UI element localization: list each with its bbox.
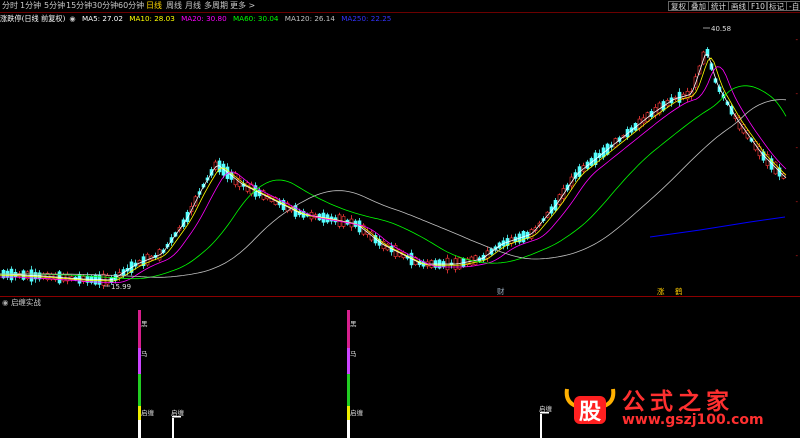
- indicator-bar-green: [138, 374, 141, 406]
- fuquan-button[interactable]: 复权: [668, 1, 689, 11]
- ma250-value: MA250: 22.25: [341, 14, 392, 23]
- indicator-bar-white: [138, 420, 141, 438]
- candles: [1, 47, 786, 289]
- price-tick: -: [795, 90, 798, 98]
- ma5-value: MA5: 27.02: [81, 14, 123, 23]
- period-tab-1min[interactable]: 1分钟: [20, 0, 41, 12]
- event-marker-cai[interactable]: 财: [497, 288, 505, 296]
- ma10-value: MA10: 28.03: [129, 14, 175, 23]
- self-button[interactable]: -自: [786, 1, 800, 11]
- price-tick: -: [795, 252, 798, 260]
- ma-info-line: 涨跌停(日线 前复权) ◉ MA5: 27.02 MA10: 28.03 MA20…: [0, 13, 800, 24]
- candlestick-chart[interactable]: 40.58 15.99: [0, 24, 790, 296]
- watermark-title: 公式之家: [622, 388, 734, 415]
- svg-text:股: 股: [579, 399, 601, 425]
- high-price-label: 40.58: [711, 25, 731, 33]
- indicator-label-qichan: 启缠: [350, 408, 364, 417]
- candle-body: [741, 124, 746, 134]
- settings-dot-icon[interactable]: ◉: [69, 14, 75, 23]
- indicator-bar-magenta: [138, 310, 141, 348]
- period-tab-30min[interactable]: 30分钟: [92, 0, 118, 12]
- price-tick: -: [795, 144, 798, 152]
- f10-button[interactable]: F10: [748, 1, 768, 11]
- event-marker-he[interactable]: 鹤: [675, 288, 683, 296]
- mark-button[interactable]: 标记: [766, 1, 787, 11]
- ma20-value: MA20: 30.80: [181, 14, 227, 23]
- panel-divider[interactable]: [0, 296, 800, 297]
- overlay-button[interactable]: 叠加: [688, 1, 709, 11]
- period-tab-daily[interactable]: 日线: [146, 0, 162, 12]
- candle-body: [569, 176, 574, 187]
- bull-logo-icon: 股: [564, 388, 616, 425]
- period-tab-weekly[interactable]: 周线: [166, 0, 182, 12]
- indicator-small-label: 启缠: [539, 404, 553, 413]
- watermark: 股 公式之家 www.gszj100.com: [558, 380, 800, 438]
- indicator-label-ma: 马: [350, 350, 357, 358]
- price-tick: -: [795, 36, 798, 44]
- ma-lines: [0, 54, 787, 284]
- draw-button[interactable]: 画线: [728, 1, 749, 11]
- ma120-value: MA120: 26.14: [284, 14, 335, 23]
- period-toolbar: 分时 1分钟 5分钟 15分钟 30分钟 60分钟 日线 周线 月线 多周期 更…: [0, 0, 800, 13]
- chart-title: 涨跌停(日线 前复权): [0, 14, 66, 23]
- indicator-label-ma: 马: [141, 350, 148, 358]
- period-tab-5min[interactable]: 5分钟: [44, 0, 65, 12]
- period-tab-multi[interactable]: 多周期: [204, 0, 228, 12]
- period-tab-60min[interactable]: 60分钟: [118, 0, 144, 12]
- indicator-small-label: 启缠: [171, 408, 185, 417]
- period-tab-monthly[interactable]: 月线: [185, 0, 201, 12]
- event-marker-zhang[interactable]: 涨: [657, 288, 665, 296]
- period-tab-more[interactable]: 更多 >: [230, 0, 255, 12]
- indicator-small-bar: [540, 414, 542, 438]
- candle-body: [561, 188, 566, 199]
- indicator-label-hei: 黑: [141, 320, 148, 328]
- indicator-bar-white: [347, 420, 350, 438]
- indicator-label-hei: 黑: [350, 320, 357, 328]
- low-price-label: 15.99: [111, 283, 131, 291]
- watermark-url: www.gszj100.com: [622, 412, 764, 428]
- ma60-value: MA60: 30.04: [232, 14, 279, 23]
- stats-button[interactable]: 统计: [708, 1, 729, 11]
- indicator-label-qichan: 启缠: [141, 408, 155, 417]
- period-tab-15min[interactable]: 15分钟: [66, 0, 92, 12]
- indicator-bar-magenta: [347, 310, 350, 348]
- ma250-line: [649, 216, 786, 238]
- indicator-small-bar: [172, 418, 174, 438]
- indicator-bar-green: [347, 374, 350, 406]
- price-tick: -: [795, 198, 798, 206]
- period-tab-fenshi[interactable]: 分时: [2, 0, 18, 12]
